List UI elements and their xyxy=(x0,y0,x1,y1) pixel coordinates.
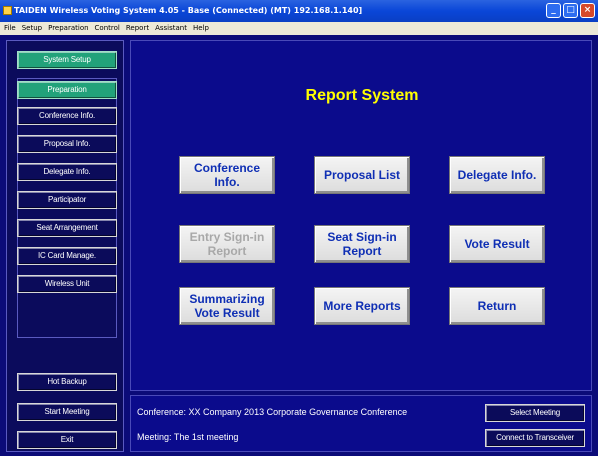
menu-report[interactable]: Report xyxy=(126,22,149,35)
seat-sign-in-report-button[interactable]: Seat Sign-in Report xyxy=(314,225,410,263)
proposal-list-button[interactable]: Proposal List xyxy=(314,156,410,194)
menu-preparation[interactable]: Preparation xyxy=(48,22,88,35)
menu-assistant[interactable]: Assistant xyxy=(155,22,187,35)
summarizing-vote-result-button[interactable]: Summarizing Vote Result xyxy=(179,287,275,325)
app-icon xyxy=(3,6,12,15)
sidebar-item-wireless-unit[interactable]: Wireless Unit xyxy=(17,275,117,293)
sidebar-item-proposal-info[interactable]: Proposal Info. xyxy=(17,135,117,153)
delegate-info-button[interactable]: Delegate Info. xyxy=(449,156,545,194)
return-button[interactable]: Return xyxy=(449,287,545,325)
menu-help[interactable]: Help xyxy=(193,22,209,35)
hot-backup-button[interactable]: Hot Backup xyxy=(17,373,117,391)
menu-control[interactable]: Control xyxy=(95,22,120,35)
select-meeting-button[interactable]: Select Meeting xyxy=(485,404,585,422)
meeting-info-bar: Conference: XX Company 2013 Corporate Go… xyxy=(130,395,592,452)
entry-sign-in-report-button[interactable]: Entry Sign-in Report xyxy=(179,225,275,263)
window-controls: _ □ × xyxy=(546,3,595,18)
meeting-label: Meeting: The 1st meeting xyxy=(137,432,239,442)
system-setup-button[interactable]: System Setup xyxy=(17,51,117,69)
conference-info-button[interactable]: Conference Info. xyxy=(179,156,275,194)
sidebar: System Setup Preparation Conference Info… xyxy=(6,40,124,452)
connect-transceiver-button[interactable]: Connect to Transceiver xyxy=(485,429,585,447)
minimize-icon[interactable]: _ xyxy=(546,3,561,18)
report-system-panel: Report System Conference Info. Proposal … xyxy=(130,40,592,391)
menu-bar: File Setup Preparation Control Report As… xyxy=(0,22,598,35)
exit-button[interactable]: Exit xyxy=(17,431,117,449)
vote-result-button[interactable]: Vote Result xyxy=(449,225,545,263)
menu-setup[interactable]: Setup xyxy=(22,22,42,35)
close-icon[interactable]: × xyxy=(580,3,595,18)
conference-label: Conference: XX Company 2013 Corporate Go… xyxy=(137,407,408,417)
more-reports-button[interactable]: More Reports xyxy=(314,287,410,325)
sidebar-item-preparation[interactable]: Preparation xyxy=(17,81,117,99)
sidebar-item-seat-arrangement[interactable]: Seat Arrangement xyxy=(17,219,117,237)
sidebar-item-participator[interactable]: Participator xyxy=(17,191,117,209)
window-title: TAIDEN Wireless Voting System 4.05 - Bas… xyxy=(14,6,363,15)
page-title: Report System xyxy=(305,87,419,104)
sidebar-item-delegate-info[interactable]: Delegate Info. xyxy=(17,163,117,181)
maximize-icon[interactable]: □ xyxy=(563,3,578,18)
sidebar-item-conference-info[interactable]: Conference Info. xyxy=(17,107,117,125)
sidebar-item-ic-card-manage[interactable]: IC Card Manage. xyxy=(17,247,117,265)
menu-file[interactable]: File xyxy=(4,22,16,35)
window-titlebar: TAIDEN Wireless Voting System 4.05 - Bas… xyxy=(0,0,598,22)
start-meeting-button[interactable]: Start Meeting xyxy=(17,403,117,421)
